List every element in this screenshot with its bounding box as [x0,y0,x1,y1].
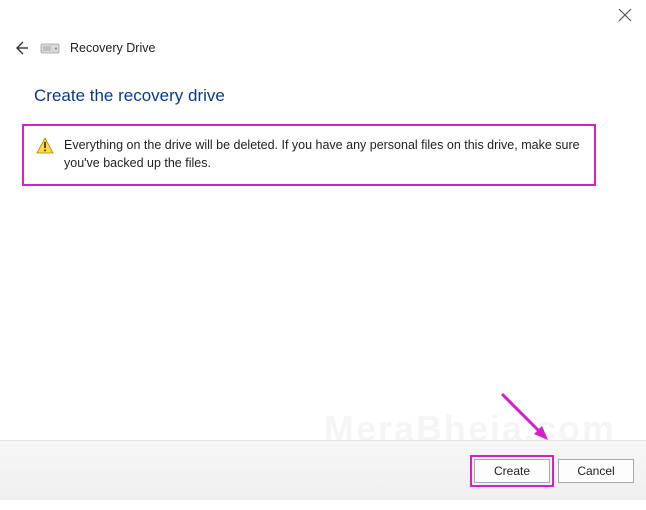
header-row: Recovery Drive [12,36,634,60]
recovery-drive-dialog: Recovery Drive Create the recovery drive… [0,0,646,510]
annotation-arrow-icon [496,388,556,448]
titlebar [0,0,646,34]
drive-icon [40,41,60,55]
back-arrow-icon[interactable] [12,39,30,57]
create-button[interactable]: Create [474,459,550,483]
window-title: Recovery Drive [70,41,155,55]
warning-icon [36,137,54,155]
footer-bar: Create Cancel [0,440,646,500]
cancel-button[interactable]: Cancel [558,459,634,483]
create-button-highlight: Create [474,459,550,483]
close-icon[interactable] [618,8,632,22]
page-title: Create the recovery drive [34,86,225,106]
warning-box: Everything on the drive will be deleted.… [22,124,596,186]
warning-text: Everything on the drive will be deleted.… [64,136,582,172]
